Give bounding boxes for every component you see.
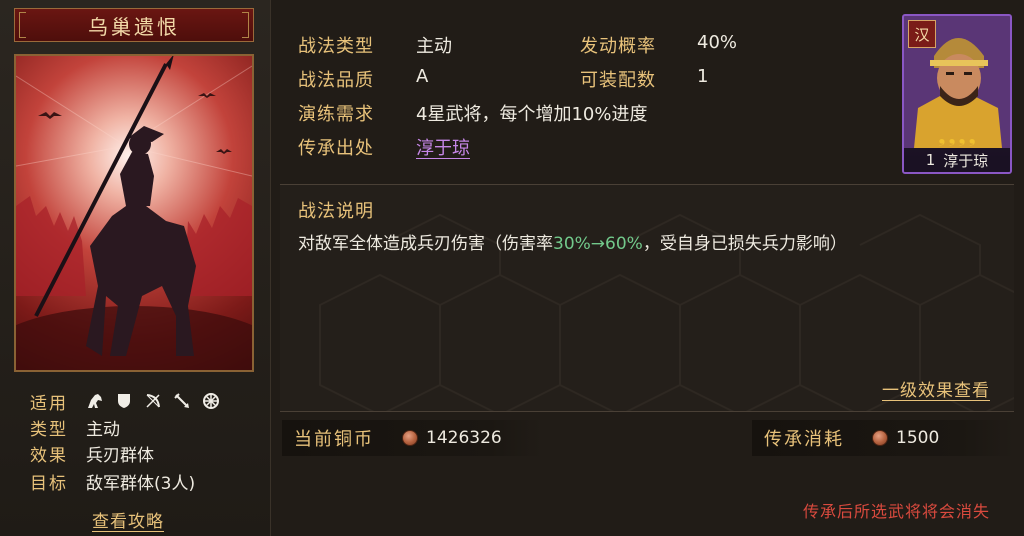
trigger-rate-value: 40% xyxy=(697,32,738,53)
skill-name: 乌巢遗恨 xyxy=(88,14,180,39)
shield-icon xyxy=(115,392,133,410)
general-level: 1 xyxy=(925,151,936,169)
equip-slots-label: 可装配数 xyxy=(580,70,656,91)
damage-rate-highlight: 30%→60% xyxy=(553,234,643,254)
inherit-cost-value: 1500 xyxy=(896,428,940,448)
type-row: 类型 主动 xyxy=(30,416,120,440)
skill-card-panel: 乌巢遗恨 适用 类型 主动 效果 兵刃群体 目标 敌军群体(3人) 查看攻略 xyxy=(0,0,271,536)
description-text-after: ，受自身已损失兵力影响） xyxy=(642,234,847,254)
equip-slots-value: 1 xyxy=(697,66,709,87)
description-text-before: 对敌军全体造成兵刃伤害（伤害率 xyxy=(298,234,553,254)
current-coins-value: 1426326 xyxy=(426,428,502,448)
apply-row: 适用 xyxy=(30,390,220,414)
type-label: 类型 xyxy=(30,419,68,440)
current-coins-label: 当前铜币 xyxy=(294,429,374,450)
copper-coin-icon xyxy=(872,430,888,446)
description-title: 战法说明 xyxy=(298,201,374,222)
star-icon: ❟ xyxy=(938,126,946,147)
skill-title-bar: 乌巢遗恨 xyxy=(14,8,254,42)
siege-wheel-icon xyxy=(202,392,220,410)
skill-type-label: 战法类型 xyxy=(298,36,374,57)
bow-icon xyxy=(144,392,162,410)
training-requirement-value: 4星武将，每个增加10%进度 xyxy=(416,104,648,125)
skill-type-value: 主动 xyxy=(416,36,452,57)
skill-artwork xyxy=(14,54,254,372)
skill-quality-value: A xyxy=(416,66,429,87)
view-guide-link[interactable]: 查看攻略 xyxy=(92,507,164,532)
inherit-warning-text: 传承后所选武将将会消失 xyxy=(802,502,990,521)
general-portrait-card[interactable]: 汉 ❟ ❟ ❟ ❟ 1 淳于琼 xyxy=(902,14,1012,174)
faction-badge: 汉 xyxy=(908,20,936,48)
inherit-source-wrap: 淳于琼 xyxy=(416,134,470,160)
inherit-source-link[interactable]: 淳于琼 xyxy=(416,138,470,159)
unit-type-icons xyxy=(86,392,220,410)
cavalry-icon xyxy=(86,392,104,410)
target-label: 目标 xyxy=(30,473,68,494)
target-value: 敌军群体(3人) xyxy=(86,473,196,494)
level-one-effect-link[interactable]: 一级效果查看 xyxy=(882,376,990,401)
description-text: 对敌军全体造成兵刃伤害（伤害率30%→60%，受自身已损失兵力影响） xyxy=(298,229,847,254)
current-coins-box: 当前铜币 1426326 xyxy=(282,420,542,456)
effect-row: 效果 兵刃群体 xyxy=(30,442,154,466)
copper-coin-icon xyxy=(402,430,418,446)
effect-label: 效果 xyxy=(30,445,68,466)
skill-description-panel: 战法说明 对敌军全体造成兵刃伤害（伤害率30%→60%，受自身已损失兵力影响） … xyxy=(280,184,1014,412)
type-value: 主动 xyxy=(86,419,120,440)
inherit-cost-box: 传承消耗 1500 xyxy=(752,420,1014,456)
general-caption: 1 淳于琼 xyxy=(904,148,1010,172)
target-row: 目标 敌军群体(3人) xyxy=(30,470,196,494)
inherit-cost-label: 传承消耗 xyxy=(764,429,844,450)
effect-value: 兵刃群体 xyxy=(86,445,154,466)
training-requirement-label: 演练需求 xyxy=(298,104,374,125)
general-name: 淳于琼 xyxy=(943,151,989,170)
star-icon: ❟ xyxy=(948,126,956,147)
spear-icon xyxy=(173,392,191,410)
inherit-source-label: 传承出处 xyxy=(298,138,374,159)
trigger-rate-label: 发动概率 xyxy=(580,36,656,57)
star-icon: ❟ xyxy=(958,126,966,147)
skill-quality-label: 战法品质 xyxy=(298,70,374,91)
apply-label: 适用 xyxy=(30,393,68,414)
rider-silhouette-art xyxy=(16,56,252,370)
star-icon: ❟ xyxy=(968,126,976,147)
star-rating: ❟ ❟ ❟ ❟ xyxy=(904,126,1010,147)
